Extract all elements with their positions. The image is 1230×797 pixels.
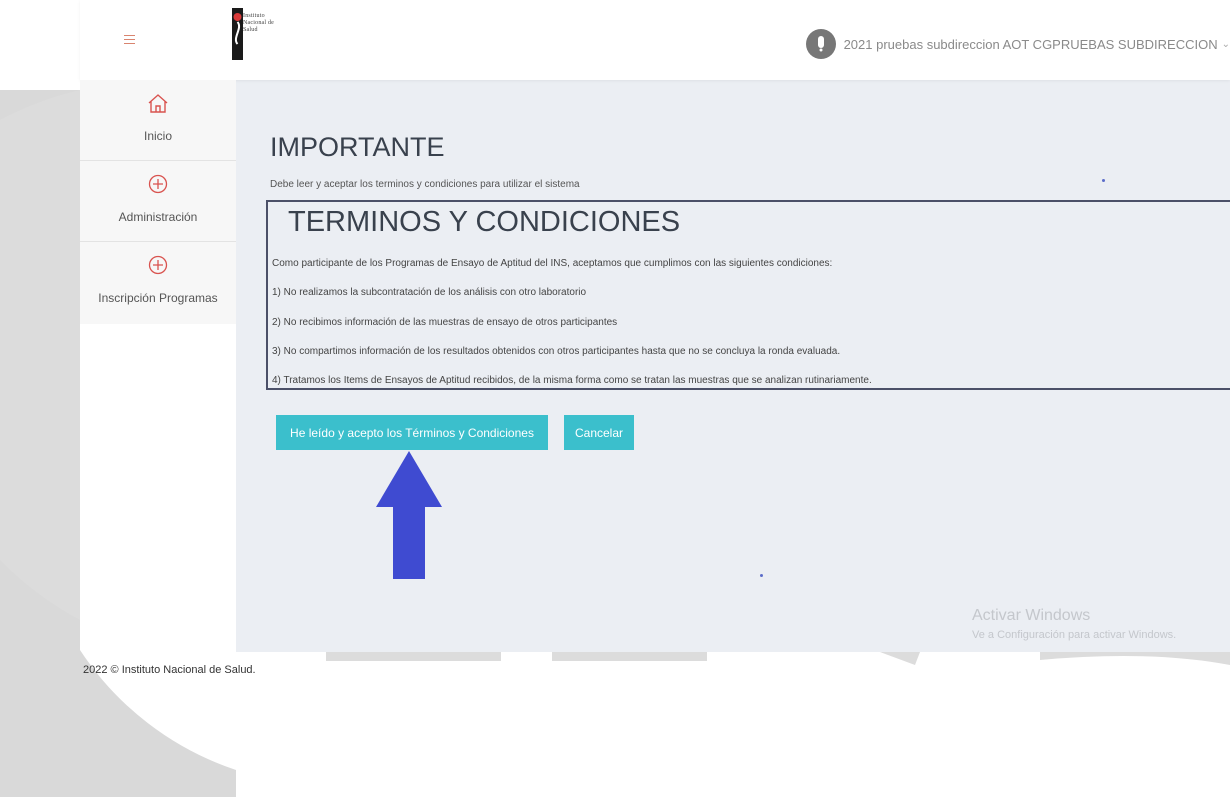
- home-icon: [148, 94, 168, 113]
- logo-mark: [232, 8, 243, 60]
- terms-intro: Como participante de los Programas de En…: [272, 258, 833, 269]
- sidebar-item-label: Inscripción Programas: [98, 291, 218, 305]
- sidebar-item-label: Inicio: [143, 129, 172, 143]
- logo-line-2: Nacional de: [243, 20, 275, 26]
- terms-title: TERMINOS Y CONDICIONES: [288, 206, 681, 238]
- watermark-subtitle: Ve a Configuración para activar Windows.: [972, 629, 1177, 641]
- sidebar-item-administracion[interactable]: Administración: [80, 161, 236, 242]
- windows-activation-watermark: Activar Windows Ve a Configuración para …: [972, 607, 1176, 641]
- sidebar-item-inscripcion-programas[interactable]: Inscripción Programas: [80, 242, 236, 322]
- main-content: IMPORTANTE Debe leer y aceptar los termi…: [236, 80, 1230, 652]
- logo: Instituto Nacional de Salud: [232, 8, 322, 60]
- sidebar-item-inicio[interactable]: Inicio: [80, 80, 236, 161]
- logo-line-3: Salud: [243, 27, 258, 33]
- chevron-down-icon[interactable]: ⌄: [1222, 39, 1230, 50]
- terms-box: TERMINOS Y CONDICIONES Como participante…: [266, 200, 1230, 390]
- cancel-button[interactable]: Cancelar: [564, 415, 634, 450]
- user-name: 2021 pruebas subdireccion AOT CGPRUEBAS …: [843, 36, 1218, 52]
- hamburger-icon[interactable]: [124, 35, 135, 45]
- accept-terms-button[interactable]: He leído y acepto los Términos y Condici…: [276, 415, 548, 450]
- page-subtitle: Debe leer y aceptar los terminos y condi…: [270, 179, 580, 190]
- logo-line-1: Instituto: [243, 13, 265, 19]
- page-title: IMPORTANTE: [270, 132, 445, 162]
- dot-marker: [760, 574, 763, 577]
- plus-circle-icon: [148, 174, 168, 194]
- terms-item-3: 3) No compartimos información de los res…: [272, 346, 841, 357]
- terms-item-2: 2) No recibimos información de las muest…: [272, 317, 618, 328]
- watermark-title: Activar Windows: [972, 607, 1091, 624]
- avatar-icon: [805, 29, 836, 59]
- arrow-up-icon: [376, 451, 442, 579]
- user-menu[interactable]: 2021 pruebas subdireccion AOT CGPRUEBAS …: [805, 28, 1230, 60]
- sidebar-item-label: Administración: [118, 210, 198, 224]
- footer-text: 2022 © Instituto Nacional de Salud.: [83, 664, 256, 676]
- terms-item-4: 4) Tratamos los Items de Ensayos de Apti…: [272, 375, 872, 386]
- dot-marker: [1102, 179, 1105, 182]
- plus-circle-icon: [148, 255, 168, 275]
- sidebar: Inicio Administración Inscripción Progra…: [80, 80, 236, 324]
- terms-item-1: 1) No realizamos la subcontratación de l…: [272, 287, 587, 298]
